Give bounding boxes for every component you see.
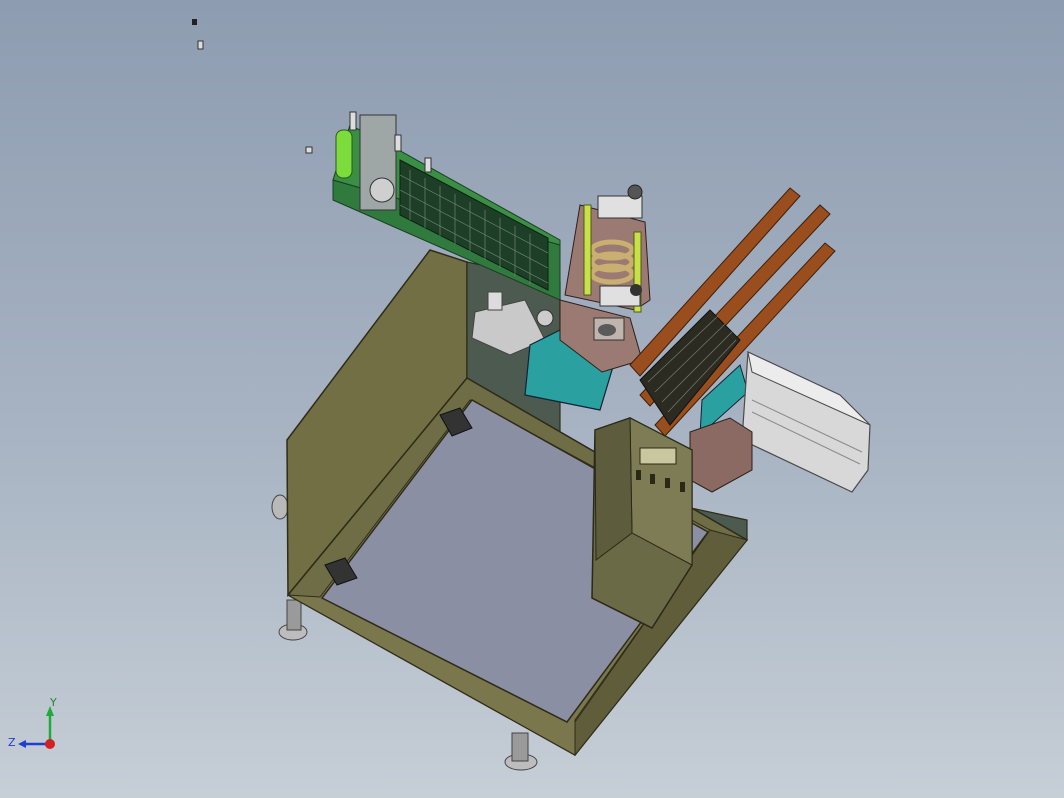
cad-model[interactable] (0, 0, 1064, 798)
cutting-head[interactable] (559, 184, 651, 373)
coordinate-triad[interactable]: Y Z (6, 698, 70, 760)
loose-screw (192, 19, 313, 154)
x-axis-dot (45, 739, 55, 749)
graphics-viewport[interactable]: Y Z (0, 0, 1064, 798)
terminal-box (689, 417, 753, 493)
y-axis-label: Y (49, 698, 57, 709)
feed-motor[interactable] (741, 351, 871, 493)
z-axis-label: Z (8, 736, 16, 749)
